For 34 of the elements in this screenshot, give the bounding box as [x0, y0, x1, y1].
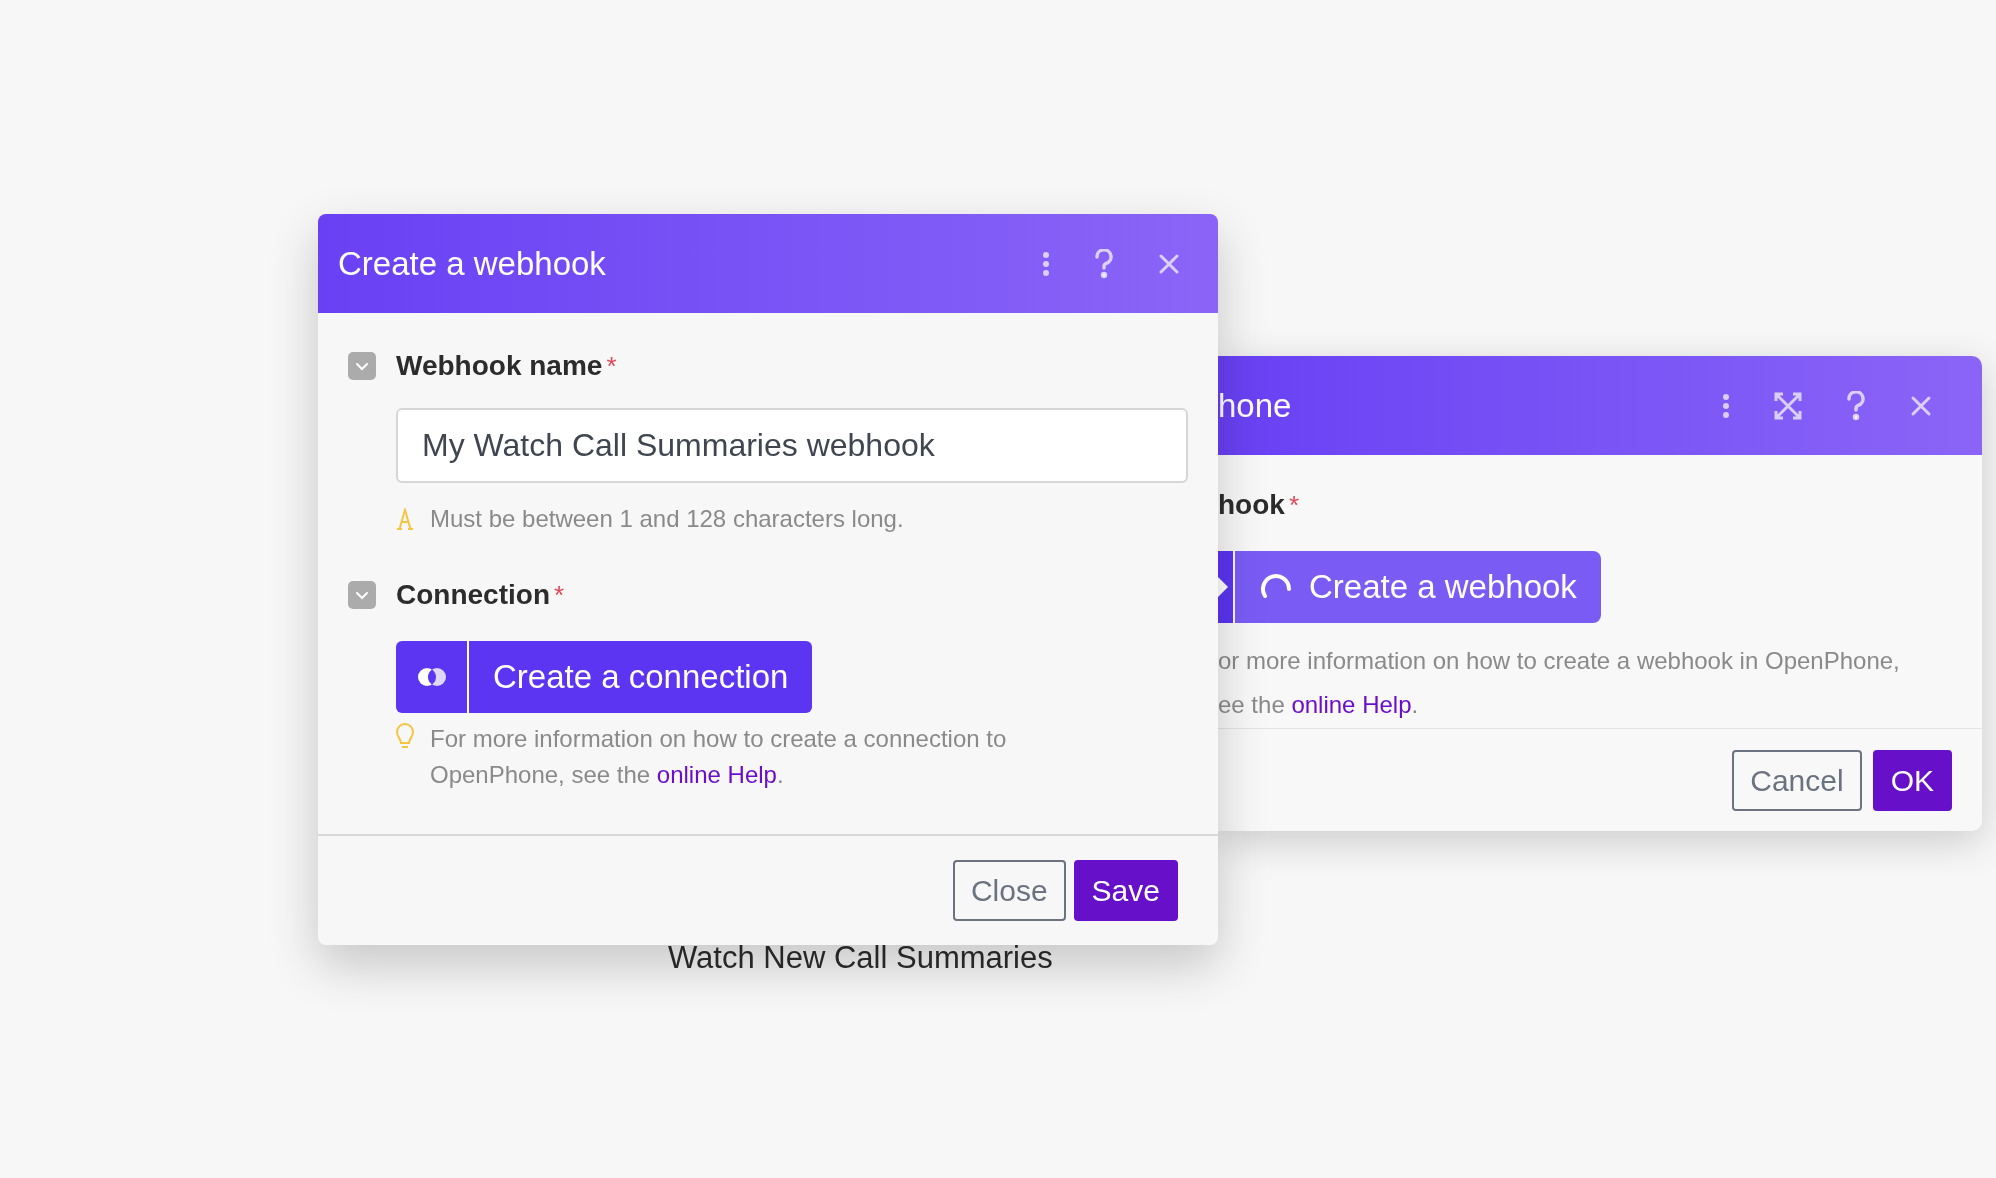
help-link[interactable]: online Help [1291, 691, 1412, 718]
dialog-title: Create a webhook [338, 243, 606, 284]
primary-button[interactable]: Save [1073, 860, 1178, 921]
chevron-down-icon [355, 590, 369, 600]
primary-button[interactable]: OK [1872, 749, 1952, 811]
close-icon[interactable] [1910, 394, 1932, 417]
help-text: For more information on how to create a connection to OpenPhone, see the online Help. [430, 724, 1008, 790]
help-icon[interactable] [1094, 248, 1114, 279]
help-icon[interactable] [1846, 390, 1866, 421]
required-asterisk: * [1288, 488, 1299, 522]
create-webhook-button[interactable]: Create a webhook [1235, 551, 1601, 623]
help-text: ee the online Help. [1218, 690, 1420, 720]
collapse-toggle[interactable] [348, 352, 376, 380]
secondary-button[interactable]: Close [952, 860, 1066, 921]
dialog-title: hone [1218, 385, 1292, 426]
close-icon[interactable] [1158, 252, 1180, 275]
collapse-toggle[interactable] [348, 581, 376, 609]
help-link[interactable]: online Help [656, 761, 777, 788]
text-input[interactable]: My Watch Call Summaries webhook [396, 408, 1188, 483]
more-icon[interactable] [1722, 392, 1730, 419]
expand-icon[interactable] [1774, 391, 1802, 420]
required-asterisk: * [554, 578, 565, 612]
create-connection-button[interactable]: Create a connection [396, 641, 813, 713]
help-text: or more information on how to create a webhook in OpenPhone, [1218, 646, 1901, 676]
chevron-down-icon [355, 361, 369, 371]
field-label: Connection [396, 578, 550, 612]
required-asterisk: * [606, 349, 617, 383]
lightbulb-icon [396, 723, 414, 751]
secondary-button[interactable]: Cancel [1732, 749, 1862, 811]
module-label: Watch New Call Summaries [668, 939, 1053, 977]
more-icon[interactable] [1042, 250, 1050, 277]
hint-text: Must be between 1 and 128 characters long. [430, 504, 904, 534]
field-label: Webhook name [396, 349, 603, 383]
field-label: hook [1218, 488, 1285, 522]
